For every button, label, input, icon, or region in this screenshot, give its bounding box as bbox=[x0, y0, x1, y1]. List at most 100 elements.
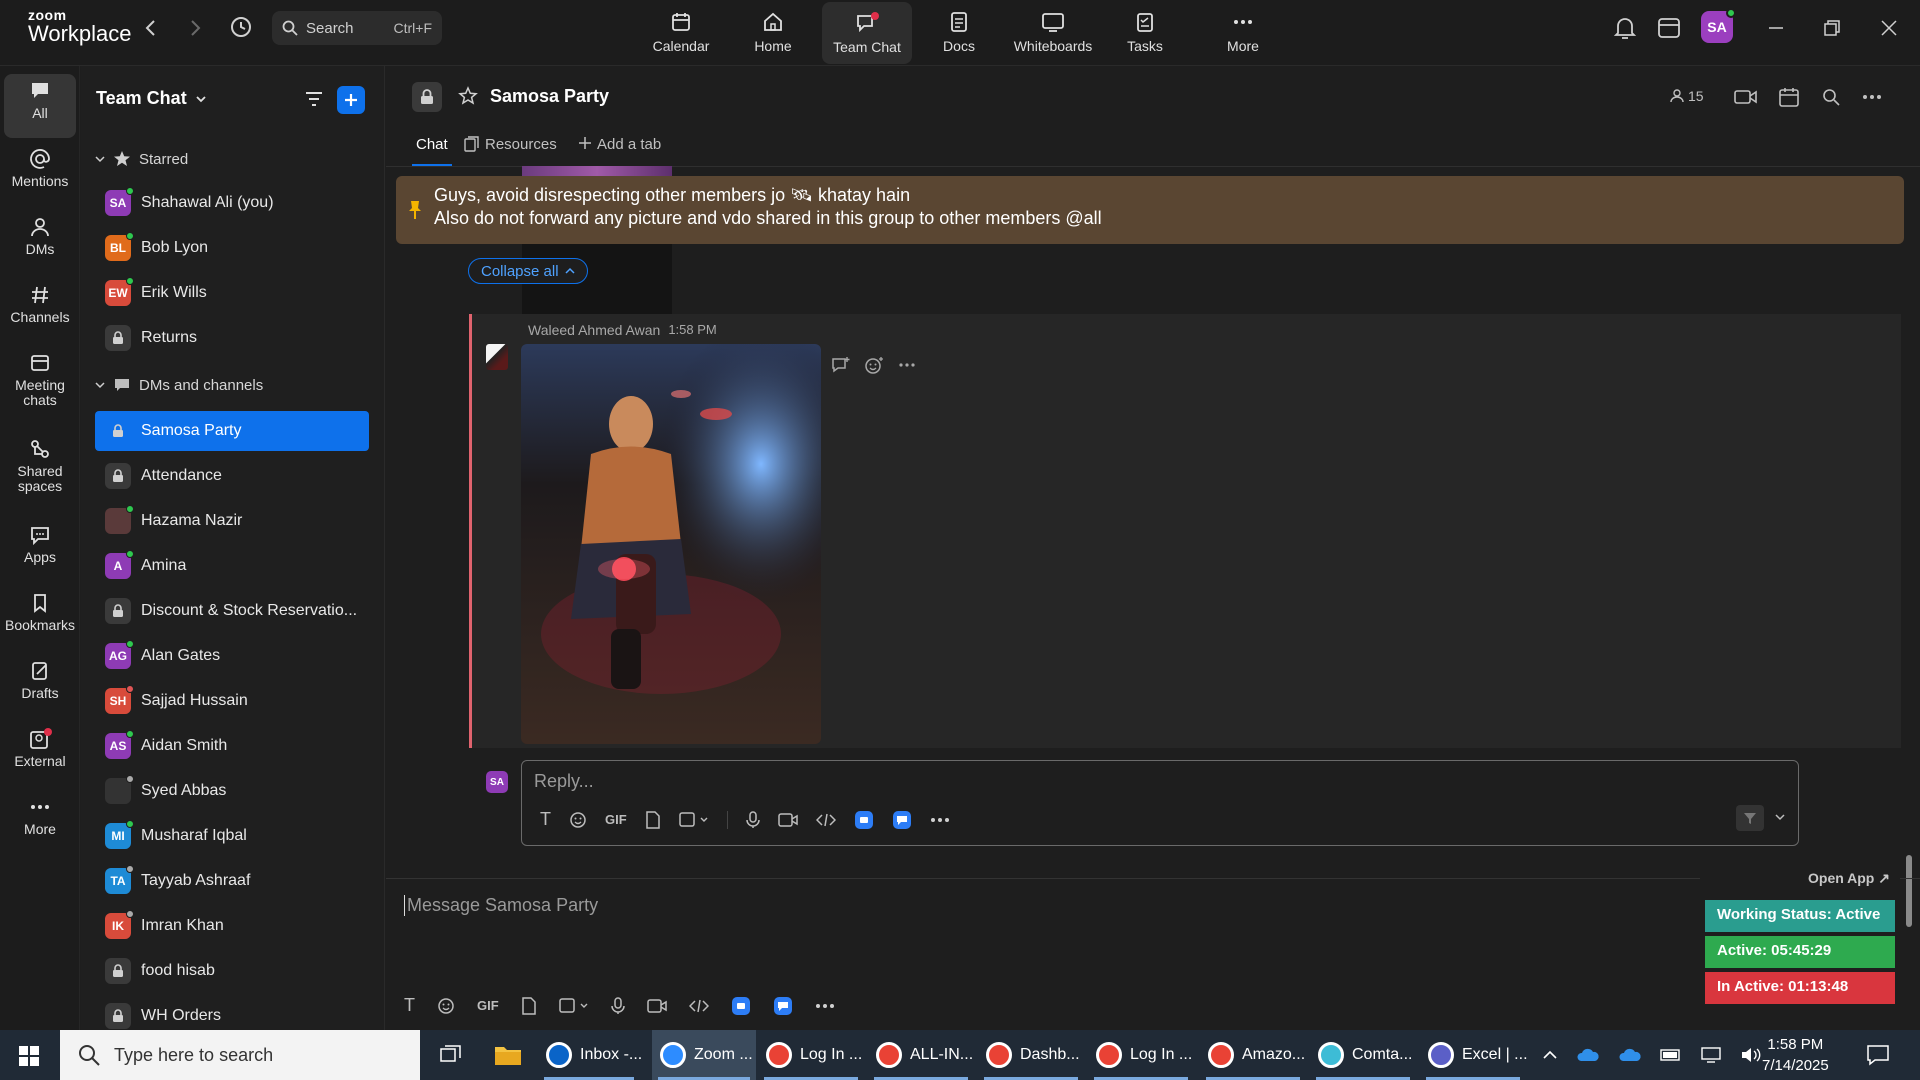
open-app-link[interactable]: Open App ↗ bbox=[1808, 870, 1890, 887]
message-input[interactable]: Message Samosa Party bbox=[404, 895, 598, 916]
gif-button[interactable]: GIF bbox=[605, 812, 627, 827]
sidebar-item[interactable]: Hazama Nazir bbox=[95, 501, 369, 541]
volume-icon[interactable] bbox=[1740, 1046, 1762, 1064]
battery-icon[interactable] bbox=[1660, 1048, 1682, 1062]
onedrive-icon[interactable] bbox=[1618, 1047, 1642, 1063]
reply-input[interactable]: Reply... bbox=[534, 771, 594, 792]
gif-button[interactable]: GIF bbox=[477, 998, 499, 1013]
rail-apps[interactable]: Apps bbox=[0, 524, 80, 565]
rail-all[interactable]: All bbox=[0, 74, 80, 138]
maximize-button[interactable] bbox=[1822, 18, 1842, 38]
rail-drafts[interactable]: Drafts bbox=[0, 660, 80, 701]
tab-chat[interactable]: Chat bbox=[412, 136, 452, 166]
shared-photo[interactable] bbox=[521, 344, 821, 744]
sidebar-item[interactable]: Samosa Party bbox=[95, 411, 369, 451]
sidebar-item[interactable]: SA Shahawal Ali (you) bbox=[95, 183, 369, 223]
taskbar-app[interactable]: Amazo... bbox=[1200, 1030, 1306, 1080]
rail-meeting-chats[interactable]: Meeting chats bbox=[0, 352, 80, 408]
sidebar-item[interactable]: IK Imran Khan bbox=[95, 906, 369, 946]
emoji-react-icon[interactable] bbox=[864, 356, 884, 374]
history-icon[interactable] bbox=[228, 14, 254, 40]
notifications-icon[interactable] bbox=[1612, 14, 1638, 42]
app-icon-2[interactable] bbox=[892, 810, 912, 830]
pinned-message[interactable]: Guys, avoid disrespecting other members … bbox=[396, 176, 1904, 244]
send-options-icon[interactable] bbox=[1774, 811, 1786, 823]
taskbar-clock[interactable]: 1:58 PM 7/14/2025 bbox=[1762, 1034, 1829, 1076]
add-tab-button[interactable]: Add a tab bbox=[578, 136, 661, 153]
taskbar-app[interactable]: Comta... bbox=[1310, 1030, 1416, 1080]
section-dms[interactable]: DMs and channels bbox=[95, 376, 263, 394]
send-button[interactable] bbox=[1736, 805, 1764, 831]
sidebar-item[interactable]: MI Musharaf Iqbal bbox=[95, 816, 369, 856]
sidebar-item[interactable]: SH Sajjad Hussain bbox=[95, 681, 369, 721]
more-icon[interactable] bbox=[898, 362, 916, 368]
rail-dms[interactable]: DMs bbox=[0, 216, 80, 257]
app-icon-1[interactable] bbox=[854, 810, 874, 830]
taskbar-search[interactable]: Type here to search bbox=[60, 1030, 420, 1080]
rail-shared-spaces[interactable]: Shared spaces bbox=[0, 438, 80, 494]
sidebar-item[interactable]: A Amina bbox=[95, 546, 369, 586]
app-icon-1[interactable] bbox=[731, 996, 751, 1016]
forward-button[interactable] bbox=[186, 12, 204, 44]
sidebar-item[interactable]: AS Aidan Smith bbox=[95, 726, 369, 766]
rail-more[interactable]: More bbox=[0, 796, 80, 837]
screenshot-icon[interactable] bbox=[558, 997, 589, 1015]
microphone-icon[interactable] bbox=[610, 996, 625, 1015]
rail-bookmarks[interactable]: Bookmarks bbox=[0, 592, 80, 633]
nav-team-chat[interactable]: Team Chat bbox=[822, 2, 912, 64]
emoji-icon[interactable] bbox=[569, 811, 587, 829]
search-input[interactable]: Search Ctrl+F bbox=[272, 11, 442, 45]
more-icon[interactable] bbox=[815, 1003, 835, 1009]
rail-external[interactable]: External bbox=[0, 728, 80, 769]
task-view-icon[interactable] bbox=[440, 1044, 462, 1066]
app-icon-2[interactable] bbox=[773, 996, 793, 1016]
network-icon[interactable] bbox=[1700, 1046, 1722, 1064]
taskbar-app[interactable]: Dashb... bbox=[978, 1030, 1084, 1080]
nav-docs[interactable]: Docs bbox=[914, 0, 1004, 64]
chevron-up-icon[interactable] bbox=[1542, 1047, 1558, 1063]
microphone-icon[interactable] bbox=[745, 810, 760, 829]
schedule-icon[interactable] bbox=[1778, 86, 1800, 108]
nav-tasks[interactable]: Tasks bbox=[1100, 0, 1190, 64]
file-icon[interactable] bbox=[645, 810, 661, 829]
code-icon[interactable] bbox=[815, 812, 836, 828]
calendar-widget-icon[interactable] bbox=[1656, 14, 1682, 42]
tab-resources[interactable]: Resources bbox=[464, 136, 557, 153]
nav-home[interactable]: Home bbox=[728, 0, 818, 64]
back-button[interactable] bbox=[142, 12, 160, 44]
taskbar-app[interactable]: Log In ... bbox=[758, 1030, 864, 1080]
nav-more[interactable]: More bbox=[1198, 0, 1288, 64]
video-message-icon[interactable] bbox=[646, 998, 667, 1014]
rail-channels[interactable]: Channels bbox=[0, 284, 80, 325]
nav-whiteboards[interactable]: Whiteboards bbox=[1006, 0, 1100, 64]
sidebar-item[interactable]: TA Tayyab Ashraaf bbox=[95, 861, 369, 901]
user-avatar[interactable]: SA bbox=[1701, 8, 1736, 43]
taskbar-app[interactable]: Excel | ... bbox=[1420, 1030, 1528, 1080]
close-button[interactable] bbox=[1879, 18, 1899, 38]
taskbar-app[interactable]: Log In ... bbox=[1088, 1030, 1194, 1080]
sidebar-item[interactable]: Attendance bbox=[95, 456, 369, 496]
code-icon[interactable] bbox=[688, 998, 709, 1014]
section-starred[interactable]: Starred bbox=[95, 150, 188, 168]
format-text-icon[interactable]: T bbox=[540, 809, 551, 830]
reply-thread-icon[interactable] bbox=[830, 356, 850, 374]
file-explorer-icon[interactable] bbox=[494, 1043, 522, 1067]
sidebar-item[interactable]: AG Alan Gates bbox=[95, 636, 369, 676]
emoji-icon[interactable] bbox=[437, 997, 455, 1015]
filter-icon[interactable] bbox=[303, 88, 325, 110]
taskbar-app[interactable]: Inbox -... bbox=[538, 1030, 642, 1080]
screenshot-icon[interactable] bbox=[678, 811, 709, 829]
sender-avatar[interactable] bbox=[486, 344, 508, 370]
sidebar-item[interactable]: Syed Abbas bbox=[95, 771, 369, 811]
collapse-all-button[interactable]: Collapse all bbox=[468, 258, 588, 284]
taskbar-app[interactable]: ALL-IN... bbox=[868, 1030, 974, 1080]
sidebar-item[interactable]: Discount & Stock Reservatio... bbox=[95, 591, 369, 631]
channel-title[interactable]: Samosa Party bbox=[490, 86, 609, 107]
sidebar-item[interactable]: BL Bob Lyon bbox=[95, 228, 369, 268]
members-button[interactable]: 15 bbox=[1670, 88, 1704, 104]
star-icon[interactable] bbox=[458, 86, 478, 106]
sidebar-item[interactable]: EW Erik Wills bbox=[95, 273, 369, 313]
taskbar-app[interactable]: Zoom ... bbox=[652, 1030, 756, 1080]
sidebar-item[interactable]: food hisab bbox=[95, 951, 369, 991]
sidebar-item[interactable]: Returns bbox=[95, 318, 369, 358]
